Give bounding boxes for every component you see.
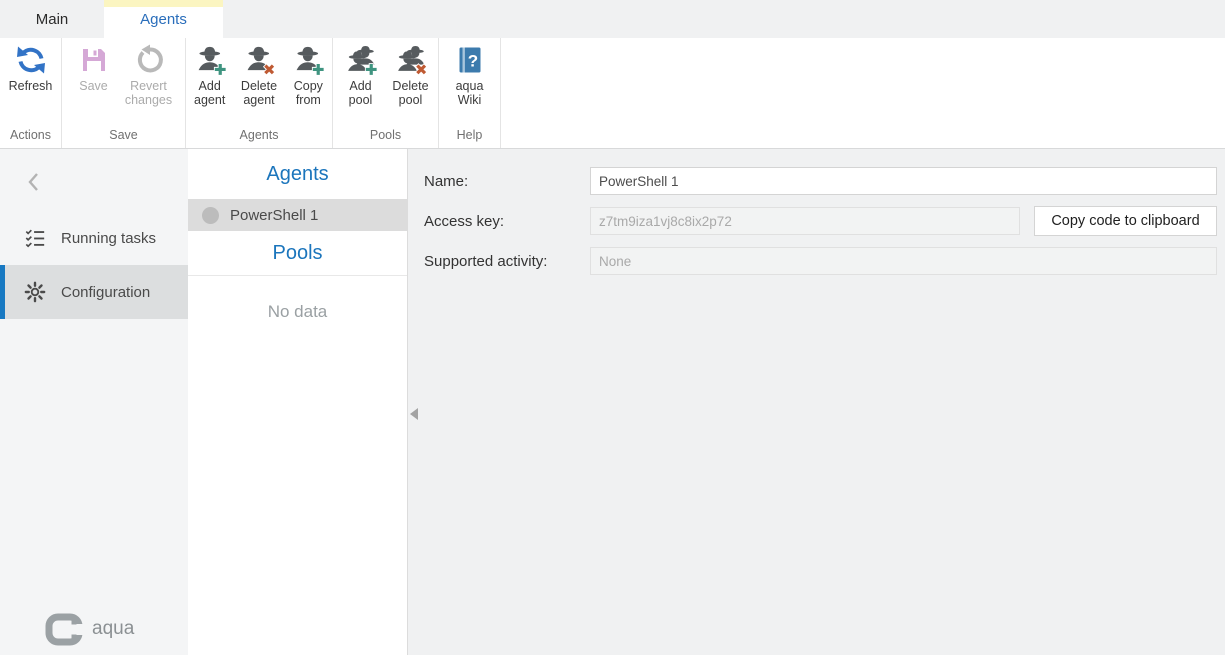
chevron-left-icon xyxy=(26,171,42,193)
save-icon xyxy=(78,44,110,76)
aqua-wiki-icon: ? xyxy=(454,44,486,76)
active-tab-accent xyxy=(104,0,223,7)
tab-bar: Main Agents xyxy=(0,0,1225,38)
refresh-icon xyxy=(15,44,47,76)
form-row-supported-activity: Supported activity: xyxy=(424,247,1217,275)
revert-icon xyxy=(133,44,165,76)
aqua-logo-icon xyxy=(44,611,84,647)
sidebar-collapse-button[interactable] xyxy=(26,171,42,198)
delete-agent-icon xyxy=(243,44,275,76)
checklist-icon xyxy=(24,227,46,249)
access-key-input xyxy=(590,207,1020,235)
ribbon-group-label-pools: Pools xyxy=(333,126,438,148)
sidebar-item-label: Running tasks xyxy=(61,230,156,247)
add-pool-icon xyxy=(345,44,377,76)
name-label: Name: xyxy=(424,173,590,190)
ribbon-group-label-agents: Agents xyxy=(186,126,332,148)
save-button[interactable]: Save xyxy=(70,44,118,93)
refresh-button[interactable]: Refresh xyxy=(2,44,60,93)
ribbon: Refresh Actions Save Revert chang xyxy=(0,38,1225,149)
access-key-label: Access key: xyxy=(424,213,590,230)
ribbon-group-label-actions: Actions xyxy=(0,126,61,148)
tab-agents-label: Agents xyxy=(140,11,187,28)
aqua-wiki-button[interactable]: ? aqua Wiki xyxy=(446,44,494,108)
add-agent-button[interactable]: Add agent xyxy=(186,44,233,108)
add-pool-button[interactable]: Add pool xyxy=(337,44,385,108)
list-item-powershell-1[interactable]: PowerShell 1 xyxy=(188,199,407,231)
ribbon-group-label-help: Help xyxy=(439,126,500,148)
delete-pool-icon xyxy=(395,44,427,76)
status-dot xyxy=(202,207,219,224)
agent-details-panel: Name: Access key: Copy code to clipboard… xyxy=(408,149,1225,655)
ribbon-group-pools: Add pool Delete pool Pools xyxy=(333,38,439,148)
tab-main[interactable]: Main xyxy=(0,0,104,38)
ribbon-group-save: Save Revert changes Save xyxy=(62,38,186,148)
delete-pool-button[interactable]: Delete pool xyxy=(387,44,435,108)
supported-activity-label: Supported activity: xyxy=(424,253,590,270)
copy-from-icon xyxy=(292,44,324,76)
list-item-label: PowerShell 1 xyxy=(230,207,318,224)
tab-agents[interactable]: Agents xyxy=(104,0,223,38)
ribbon-group-label-save: Save xyxy=(62,126,185,148)
delete-agent-button[interactable]: Delete agent xyxy=(235,44,282,108)
copy-code-to-clipboard-button[interactable]: Copy code to clipboard xyxy=(1034,206,1217,236)
pools-empty-text: No data xyxy=(188,302,407,322)
sidebar-item-label: Configuration xyxy=(61,284,150,301)
ribbon-spacer xyxy=(501,38,1225,148)
sidebar-item-running-tasks[interactable]: Running tasks xyxy=(0,211,188,265)
copy-from-button[interactable]: Copy from xyxy=(285,44,332,108)
revert-changes-button[interactable]: Revert changes xyxy=(120,44,178,108)
supported-activity-input[interactable] xyxy=(590,247,1217,275)
form-row-name: Name: xyxy=(424,167,1217,195)
form-row-access-key: Access key: Copy code to clipboard xyxy=(424,206,1217,236)
panel-collapse-arrow-icon[interactable] xyxy=(410,408,418,420)
aqua-logo: aqua xyxy=(44,611,134,647)
name-input[interactable] xyxy=(590,167,1217,195)
sidebar-item-configuration[interactable]: Configuration xyxy=(0,265,188,319)
aqua-logo-text: aqua xyxy=(92,618,134,640)
ribbon-group-agents: Add agent Delete agent Copy from Agents xyxy=(186,38,333,148)
gear-icon xyxy=(24,281,46,303)
ribbon-group-actions: Refresh Actions xyxy=(0,38,62,148)
add-agent-icon xyxy=(194,44,226,76)
svg-text:?: ? xyxy=(467,52,477,71)
sidebar: Running tasks Configura xyxy=(0,149,188,655)
pools-section-header: Pools xyxy=(188,231,407,276)
agents-pools-list-panel: Agents PowerShell 1 Pools No data xyxy=(188,149,408,655)
agents-section-header: Agents xyxy=(188,149,407,199)
ribbon-group-help: ? aqua Wiki Help xyxy=(439,38,501,148)
